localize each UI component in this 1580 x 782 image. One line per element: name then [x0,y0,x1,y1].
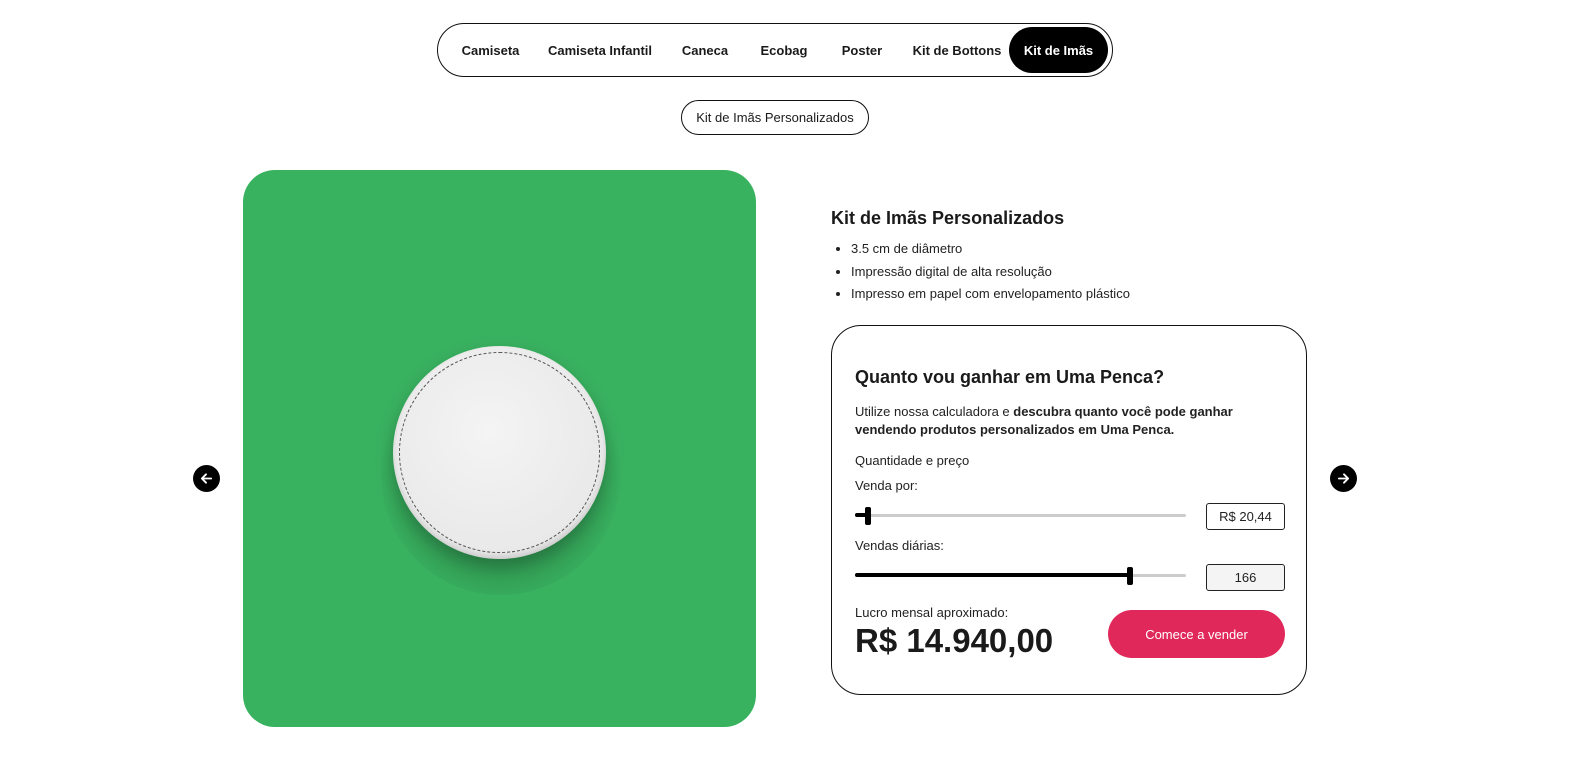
tab-kit-de-imas[interactable]: Kit de Imãs [1009,27,1108,73]
product-title: Kit de Imãs Personalizados [831,208,1065,228]
arrow-right-icon [1337,473,1350,484]
product-image [243,170,756,727]
daily-sales-value-field[interactable]: 166 [1206,564,1285,591]
product-features: 3.5 cm de diâmetro Impressão digital de … [851,240,1130,308]
feature-item: Impressão digital de alta resolução [851,263,1130,286]
subtab-kit-de-imas-personalizados[interactable]: Kit de Imãs Personalizados [681,100,869,135]
tab-kit-de-bottons[interactable]: Kit de Bottons [905,27,1009,73]
tab-poster[interactable]: Poster [819,27,905,73]
tab-camiseta-infantil[interactable]: Camiseta Infantil [539,27,661,73]
feature-item: Impresso em papel com envelopamento plás… [851,285,1130,308]
daily-sales-slider-fill [855,573,1130,577]
quantity-price-label: Quantidade e preço [855,453,970,468]
start-selling-button[interactable]: Comece a vender [1108,610,1285,658]
carousel-prev-button[interactable] [193,465,220,492]
daily-sales-slider[interactable] [855,567,1186,585]
tab-ecobag[interactable]: Ecobag [749,27,819,73]
tab-caneca[interactable]: Caneca [661,27,749,73]
price-slider-thumb[interactable] [865,507,872,525]
price-label: Venda por: [855,478,918,493]
magnet-mockup [393,346,606,559]
profit-value: R$ 14.940,00 [855,622,1054,659]
price-slider-track [855,514,1186,517]
magnet-cut-line [399,352,600,553]
price-slider[interactable] [855,507,1186,525]
calculator-description: Utilize nossa calculadora e descubra qua… [855,403,1275,439]
calculator-description-text: Utilize nossa calculadora e [855,404,1014,419]
calculator-title: Quanto vou ganhar em Uma Penca? [855,367,1165,387]
tab-camiseta[interactable]: Camiseta [442,27,539,73]
daily-sales-label: Vendas diárias: [855,538,944,553]
price-value-field[interactable]: R$ 20,44 [1206,503,1285,530]
category-tabs: Camiseta Camiseta Infantil Caneca Ecobag… [437,23,1113,77]
feature-item: 3.5 cm de diâmetro [851,240,1130,263]
profit-label: Lucro mensal aproximado: [855,605,1009,620]
earnings-calculator: Quanto vou ganhar em Uma Penca? Utilize … [831,325,1307,695]
arrow-left-icon [200,473,213,484]
carousel-next-button[interactable] [1330,465,1357,492]
daily-sales-slider-thumb[interactable] [1126,567,1133,585]
